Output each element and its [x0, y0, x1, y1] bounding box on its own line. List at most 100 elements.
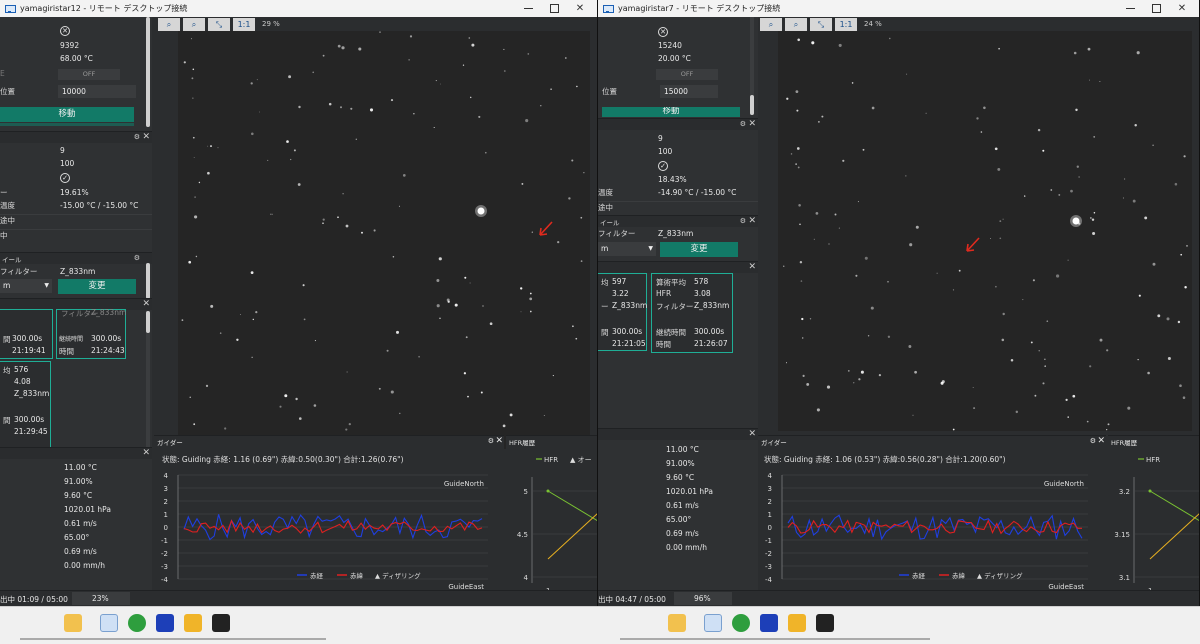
- filter-select[interactable]: m ▼: [598, 242, 656, 256]
- star: [193, 423, 196, 426]
- close-icon[interactable]: ✕: [748, 119, 756, 129]
- star: [999, 237, 1002, 240]
- zoom-out-icon[interactable]: ⌕: [183, 17, 205, 31]
- card-key: 間: [601, 328, 609, 337]
- fit-icon[interactable]: ⤡: [810, 17, 832, 31]
- camera-panel-header: ⚙ ✕: [0, 131, 152, 143]
- star: [989, 238, 991, 240]
- close-icon[interactable]: ✕: [1097, 436, 1105, 446]
- app-blue-icon[interactable]: [156, 614, 174, 632]
- maximize-button[interactable]: [541, 0, 567, 17]
- title-bar[interactable]: yamagiristar12 - リモート デスクトップ接続 ✕: [0, 0, 597, 17]
- app-dark-icon[interactable]: [212, 614, 230, 632]
- star: [952, 428, 955, 431]
- image-toolbar: ⌕ ⌕ ⤡ 1:1 29 %: [158, 17, 280, 31]
- history-scrollbar[interactable]: [146, 311, 150, 457]
- history-card[interactable]: 均 597 3.22 ー Z_833nm 間 300.00s 21:21:05: [598, 273, 647, 351]
- app-green-icon[interactable]: [128, 614, 146, 632]
- weather-icon[interactable]: [668, 614, 686, 632]
- move-button[interactable]: 移動: [602, 107, 740, 117]
- exposure-progress-text: 出中 04:47 / 05:00: [598, 595, 666, 604]
- target-position-input[interactable]: 10000: [58, 85, 136, 98]
- star: [1093, 136, 1096, 138]
- folder-icon[interactable]: [788, 614, 806, 632]
- app-blue-icon[interactable]: [760, 614, 778, 632]
- change-filter-button[interactable]: 変更: [58, 279, 136, 294]
- star: [857, 201, 859, 203]
- right-remote-window: yamagiristar7 - リモート デスクトップ接続 ✕ ✕ 15240 …: [598, 0, 1200, 606]
- focuser-position: 9392: [60, 41, 80, 50]
- focuser-scrollbar[interactable]: [146, 17, 150, 127]
- camera-row: 100: [0, 158, 152, 170]
- y-tick-label: -1: [161, 537, 168, 545]
- fit-icon[interactable]: ⤡: [208, 17, 230, 31]
- temp-comp-toggle[interactable]: OFF: [656, 69, 718, 80]
- settings-icon[interactable]: ⚙: [740, 120, 746, 128]
- y-tick-label: 0: [768, 524, 772, 532]
- camera-value: 9: [60, 146, 65, 155]
- focuser-scrollbar[interactable]: [750, 17, 754, 115]
- temp-comp-toggle[interactable]: OFF: [58, 69, 120, 80]
- star: [408, 59, 410, 61]
- star: [842, 159, 845, 162]
- settings-icon[interactable]: ⚙: [740, 217, 746, 225]
- card-key: 継続時間: [656, 328, 686, 337]
- minimize-button[interactable]: [1117, 0, 1143, 17]
- history-card-selected[interactable]: 算術平均 578 HFR 3.08 フィルター Z_833nm 継続時間 300.00s…: [651, 273, 733, 353]
- close-button[interactable]: ✕: [1169, 0, 1195, 17]
- hfr-y-tick: 4: [524, 574, 529, 582]
- close-icon[interactable]: ✕: [748, 216, 756, 226]
- weather-value: 11.00 °C: [666, 445, 699, 454]
- app-dark-icon[interactable]: [816, 614, 834, 632]
- star: [811, 41, 815, 45]
- star: [239, 313, 241, 315]
- history-card-selected[interactable]: 均 576 4.08 Z_833nm 間 300.00s 21:29:45: [0, 361, 51, 457]
- folder-icon[interactable]: [184, 614, 202, 632]
- zoom-in-icon[interactable]: ⌕: [158, 17, 180, 31]
- star: [192, 68, 195, 71]
- actual-size-icon[interactable]: 1:1: [835, 17, 857, 31]
- settings-icon[interactable]: ⚙: [488, 437, 494, 445]
- actual-size-icon[interactable]: 1:1: [233, 17, 255, 31]
- star: [1032, 279, 1035, 282]
- filter-select[interactable]: m ▼: [0, 279, 52, 293]
- weather-icon[interactable]: [64, 614, 82, 632]
- change-filter-button[interactable]: 変更: [660, 242, 738, 257]
- minimize-button[interactable]: [515, 0, 541, 17]
- close-icon[interactable]: ✕: [142, 448, 150, 458]
- remote-desktop-taskbar-icon[interactable]: [100, 614, 118, 632]
- star: [1072, 394, 1076, 398]
- history-card[interactable]: 間 300.00s 21:19:41: [0, 309, 53, 359]
- star: [188, 260, 192, 264]
- close-icon[interactable]: ✕: [748, 429, 756, 439]
- settings-icon[interactable]: ⚙: [1090, 437, 1096, 445]
- move-button[interactable]: 移動: [0, 107, 134, 122]
- settings-icon[interactable]: ⚙: [134, 133, 140, 141]
- star: [446, 298, 450, 302]
- star: [1147, 371, 1150, 375]
- maximize-button[interactable]: [1143, 0, 1169, 17]
- zoom-out-icon[interactable]: ⌕: [785, 17, 807, 31]
- star: [1092, 231, 1096, 236]
- close-icon[interactable]: ✕: [142, 299, 150, 309]
- star: [915, 225, 919, 229]
- remote-desktop-taskbar-icon[interactable]: [704, 614, 722, 632]
- close-button[interactable]: ✕: [567, 0, 593, 17]
- zoom-in-icon[interactable]: ⌕: [760, 17, 782, 31]
- star-image[interactable]: [778, 31, 1192, 431]
- camera-row: ー 19.61%: [0, 187, 152, 199]
- target-position-input[interactable]: 15000: [660, 85, 718, 98]
- star-image[interactable]: [178, 31, 590, 449]
- close-icon[interactable]: ✕: [142, 132, 150, 142]
- filter-scrollbar[interactable]: [146, 263, 150, 299]
- close-icon[interactable]: ✕: [748, 262, 756, 272]
- app-green-icon[interactable]: [732, 614, 750, 632]
- focuser-position: 15240: [658, 41, 682, 50]
- settings-icon[interactable]: ⚙: [134, 254, 140, 262]
- star: [272, 213, 274, 215]
- star: [469, 96, 472, 99]
- title-bar[interactable]: yamagiristar7 - リモート デスクトップ接続 ✕: [598, 0, 1199, 17]
- card-value: 3.08: [694, 289, 711, 298]
- history-card[interactable]: フィルター Z_833nm 継続時間 300.00s 時間 21:24:43: [56, 308, 126, 359]
- close-icon[interactable]: ✕: [495, 436, 503, 446]
